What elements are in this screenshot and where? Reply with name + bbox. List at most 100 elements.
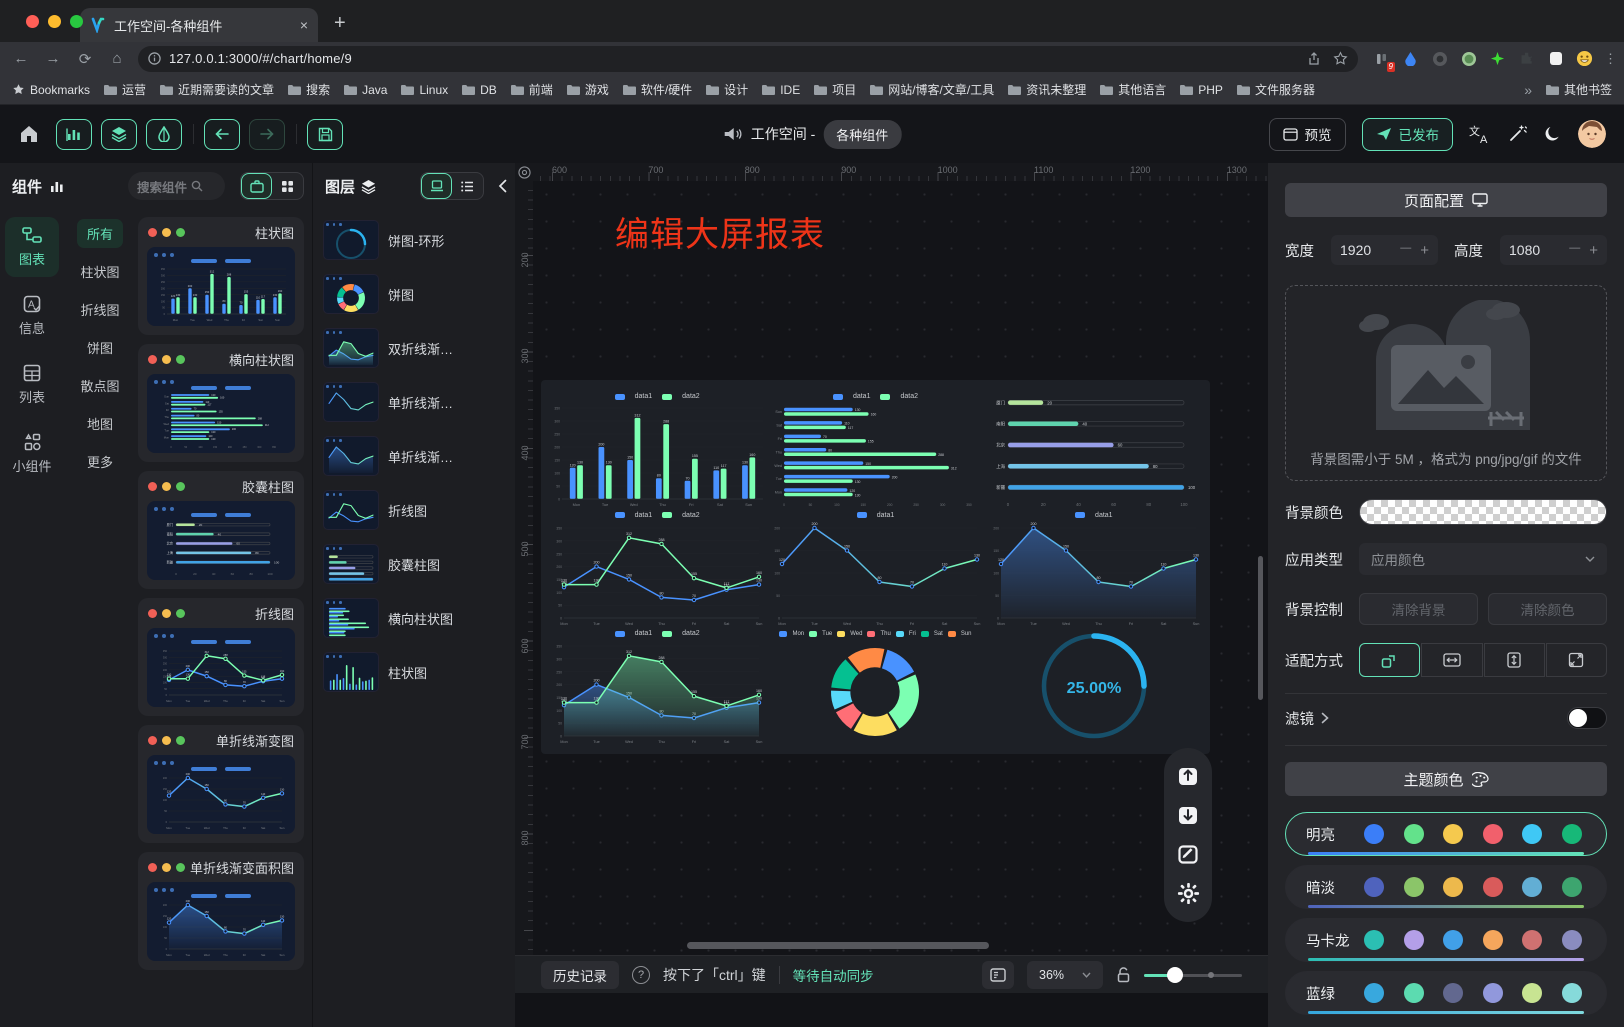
export-button[interactable] — [1177, 804, 1199, 826]
component-card[interactable]: 胶囊柱图厦门20南阳40北京60上海80新疆100020406080100 — [138, 471, 304, 589]
page-name-pill[interactable]: 各种组件 — [823, 120, 901, 149]
bookmark-item[interactable]: 软件/硬件 — [622, 81, 692, 98]
sidebar-nav-信息[interactable]: A信息 — [5, 286, 59, 346]
extension-icon-dark-circle[interactable] — [1430, 49, 1449, 68]
bookmark-item[interactable]: 前端 — [510, 81, 553, 98]
lock-open-icon[interactable] — [1116, 966, 1131, 983]
component-card[interactable]: 柱状图0501001502002503003501202001508070110… — [138, 217, 304, 335]
forward-icon[interactable]: → — [42, 50, 64, 67]
bookmark-item[interactable]: 其他语言 — [1099, 81, 1166, 98]
import-button[interactable] — [1177, 765, 1199, 787]
dashboard-chart-bar-grouped[interactable]: data1data2050100150200250300350120200150… — [549, 390, 765, 507]
theme-row-暗淡[interactable]: 暗淡 — [1285, 865, 1607, 909]
theme-row-明亮[interactable]: 明亮 — [1285, 812, 1607, 856]
redo-button[interactable] — [249, 119, 285, 150]
category-item[interactable]: 柱状图 — [70, 257, 129, 286]
app-home-icon[interactable] — [18, 124, 40, 144]
category-item[interactable]: 地图 — [77, 409, 123, 438]
canvas-vertical-scrollbar[interactable] — [1258, 556, 1263, 700]
single-view-toggle[interactable] — [241, 173, 272, 199]
bookmark-item[interactable]: 资讯未整理 — [1007, 81, 1086, 98]
publish-button[interactable]: 已发布 — [1362, 118, 1454, 151]
extension-icon-gray[interactable]: 9 — [1372, 49, 1391, 68]
share-icon[interactable] — [1307, 52, 1321, 66]
close-window-button[interactable] — [26, 15, 39, 28]
layers-drawer-button[interactable] — [101, 119, 137, 150]
theme-row-蓝绿[interactable]: 蓝绿 — [1285, 971, 1607, 1015]
layer-item[interactable]: 双折线渐… — [313, 321, 515, 375]
preview-button[interactable]: 预览 — [1269, 118, 1346, 151]
big-screen-title-element[interactable]: 编辑大屏报表 — [615, 207, 825, 256]
settings-gear-button[interactable] — [1177, 882, 1200, 905]
dashboard-chart-line-area-dual[interactable]: data1data2050100150200250300350120200150… — [549, 627, 765, 744]
bookmark-item[interactable]: 网站/博客/文章/工具 — [869, 81, 994, 98]
height-stepper[interactable]: 1080 —+ — [1500, 235, 1607, 265]
width-plus-button[interactable]: + — [1420, 242, 1429, 259]
bookmark-item[interactable]: 文件服务器 — [1236, 81, 1315, 98]
grid-view-toggle[interactable] — [272, 173, 303, 199]
component-card[interactable]: 折线图0501001502002503003501202001508070110… — [138, 598, 304, 716]
undo-button[interactable] — [204, 119, 240, 150]
dashboard-chart-bar-horizontal[interactable]: data1data2Sun130160Sat110117Fri70155Thu8… — [767, 390, 983, 507]
component-card[interactable]: 单折线渐变面积图0501001502001202001508070110130M… — [138, 852, 304, 970]
bookmark-item[interactable]: PHP — [1179, 83, 1223, 97]
thumbnail-view-toggle[interactable] — [421, 173, 452, 199]
bookmark-star-icon[interactable] — [1333, 51, 1348, 66]
category-item[interactable]: 饼图 — [77, 333, 123, 362]
bookmark-item[interactable]: 运营 — [103, 81, 146, 98]
clear-background-button[interactable]: 清除背景 — [1359, 593, 1478, 625]
help-icon[interactable]: ? — [632, 966, 650, 984]
minimize-window-button[interactable] — [48, 15, 61, 28]
bookmark-item[interactable]: 搜索 — [287, 81, 330, 98]
layer-item[interactable]: 饼图-环形 — [313, 213, 515, 267]
back-icon[interactable]: ← — [10, 50, 32, 67]
layer-item[interactable]: 横向柱状图 — [313, 591, 515, 645]
bookmark-item[interactable]: Linux — [400, 83, 448, 97]
dashboard-chart-ring[interactable]: 25.00% — [986, 627, 1202, 744]
window-controls[interactable] — [26, 15, 83, 28]
toggle-guides-button[interactable] — [515, 163, 533, 181]
dashboard-chart-line-single[interactable]: data10501001502001202001508070110130MonT… — [767, 509, 983, 626]
search-input[interactable]: 搜索组件 — [128, 172, 225, 200]
browser-tab[interactable]: 工作空间-各种组件 × — [80, 8, 318, 42]
category-item[interactable]: 更多 — [77, 447, 123, 476]
address-bar[interactable]: 127.0.0.1:3000/#/chart/home/9 — [138, 46, 1358, 72]
extension-icon-white-rect[interactable] — [1546, 49, 1565, 68]
bookmarks-star-item[interactable]: Bookmarks — [12, 83, 90, 97]
theme-row-马卡龙[interactable]: 马卡龙 — [1285, 918, 1607, 962]
magic-wand-icon[interactable] — [1507, 124, 1527, 144]
language-switch-icon[interactable]: 文 A — [1469, 124, 1491, 144]
reload-icon[interactable]: ⟳ — [74, 50, 96, 68]
bookmark-item[interactable]: 设计 — [705, 81, 748, 98]
tab-close-icon[interactable]: × — [300, 17, 308, 33]
layer-item[interactable]: 饼图 — [313, 267, 515, 321]
layer-item[interactable]: 折线图 — [313, 483, 515, 537]
bookmark-item[interactable]: 近期需要读的文章 — [159, 81, 274, 98]
fit-auto-button[interactable] — [1359, 643, 1420, 677]
maximize-window-button[interactable] — [70, 15, 83, 28]
browser-menu-icon[interactable]: ⋮ — [1604, 51, 1614, 67]
width-minus-button[interactable]: — — [1400, 242, 1411, 259]
dashboard-chart-line-dual[interactable]: data1data2050100150200250300350120200150… — [549, 509, 765, 626]
detail-drawer-button[interactable] — [146, 119, 182, 150]
extension-icon-green-burst[interactable] — [1488, 49, 1507, 68]
sidebar-nav-图表[interactable]: 图表 — [5, 217, 59, 277]
components-drawer-button[interactable] — [56, 119, 92, 150]
sidebar-nav-小组件[interactable]: 小组件 — [5, 424, 59, 484]
site-info-icon[interactable] — [148, 52, 161, 65]
editor-canvas[interactable]: 6007008009001000110012001300 20030040050… — [515, 163, 1268, 1027]
dashboard-preview[interactable]: data1data2050100150200250300350120200150… — [541, 380, 1210, 754]
filter-toggle[interactable] — [1567, 707, 1607, 729]
component-card[interactable]: 单折线渐变图0501001502001202001508070110130Mon… — [138, 725, 304, 843]
bookmark-item[interactable]: 项目 — [813, 81, 856, 98]
other-bookmarks-folder[interactable]: 其他书签 — [1545, 81, 1612, 98]
bookmark-item[interactable]: 游戏 — [566, 81, 609, 98]
height-plus-button[interactable]: + — [1589, 242, 1598, 259]
clear-color-button[interactable]: 清除颜色 — [1488, 593, 1607, 625]
extension-icon-green-circle[interactable] — [1459, 49, 1478, 68]
dark-mode-moon-icon[interactable] — [1543, 125, 1562, 144]
url-text[interactable]: 127.0.0.1:3000/#/chart/home/9 — [169, 51, 352, 66]
dashboard-chart-capsule[interactable]: 厦门20南阳40北京60上海80新疆100020406080100 — [986, 390, 1202, 507]
component-card[interactable]: 横向柱状图Sun130160Sat110117Fri70155Thu80288W… — [138, 344, 304, 462]
bookmark-item[interactable]: Java — [343, 83, 387, 97]
